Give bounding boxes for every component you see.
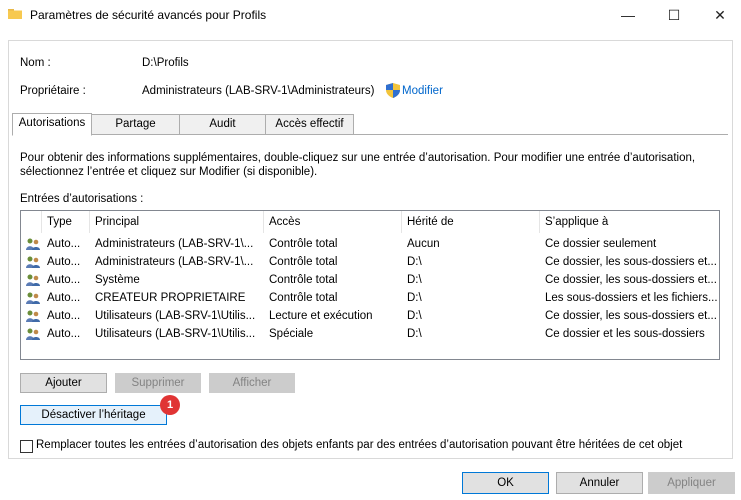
tab-acces-effectif[interactable]: Accès effectif <box>265 114 354 135</box>
row-access: Spéciale <box>269 328 314 340</box>
cancel-button[interactable]: Annuler <box>556 472 643 494</box>
users-icon <box>26 274 40 286</box>
step-badge: 1 <box>160 395 180 415</box>
description-text: Pour obtenir des informations supplément… <box>20 152 696 178</box>
users-icon <box>26 256 40 268</box>
remove-button[interactable]: Supprimer <box>115 373 201 393</box>
row-applies: Ce dossier, les sous-dossiers et... <box>545 274 717 286</box>
column-separator <box>401 211 402 233</box>
replace-child-permissions-label: Remplacer toutes les entrées d’autorisat… <box>36 439 683 451</box>
ok-button[interactable]: OK <box>462 472 549 494</box>
row-principal: Utilisateurs (LAB-SRV-1\Utilis... <box>95 328 256 340</box>
apply-button[interactable]: Appliquer <box>648 472 735 494</box>
table-row[interactable]: Auto... Administrateurs (LAB-SRV-1\... C… <box>21 253 719 271</box>
tab-content-border <box>12 134 728 137</box>
row-type: Auto... <box>47 274 81 286</box>
tab-partage[interactable]: Partage <box>91 114 180 135</box>
maximize-button[interactable]: ☐ <box>651 0 697 30</box>
table-row[interactable]: Auto... CREATEUR PROPRIETAIRE Contrôle t… <box>21 289 719 307</box>
owner-value: Administrateurs (LAB-SRV-1\Administrateu… <box>142 85 375 97</box>
row-principal: Administrateurs (LAB-SRV-1\... <box>95 238 254 250</box>
table-row[interactable]: Auto... Utilisateurs (LAB-SRV-1\Utilis..… <box>21 325 719 343</box>
row-applies: Ce dossier seulement <box>545 238 657 250</box>
users-icon <box>26 292 40 304</box>
view-button[interactable]: Afficher <box>209 373 295 393</box>
users-icon <box>26 328 40 340</box>
name-label: Nom : <box>20 57 51 69</box>
row-applies: Ce dossier, les sous-dossiers et... <box>545 310 717 322</box>
row-access: Lecture et exécution <box>269 310 373 322</box>
row-inherited: D:\ <box>407 310 422 322</box>
disable-inheritance-button[interactable]: Désactiver l’héritage <box>20 405 167 425</box>
row-type: Auto... <box>47 328 81 340</box>
users-icon <box>26 310 40 322</box>
row-access: Contrôle total <box>269 292 338 304</box>
column-separator <box>263 211 264 233</box>
column-principal[interactable]: Principal <box>95 211 139 233</box>
row-type: Auto... <box>47 238 81 250</box>
title-bar: Paramètres de sécurité avancés pour Prof… <box>0 0 741 30</box>
row-type: Auto... <box>47 292 81 304</box>
row-access: Contrôle total <box>269 256 338 268</box>
row-inherited: D:\ <box>407 292 422 304</box>
permission-entries-list[interactable]: Type Principal Accès Hérité de S’appliqu… <box>20 210 720 360</box>
column-separator <box>41 211 42 233</box>
row-applies: Ce dossier et les sous-dossiers <box>545 328 705 340</box>
entries-label: Entrées d’autorisations : <box>20 193 144 205</box>
row-inherited: D:\ <box>407 274 422 286</box>
column-type[interactable]: Type <box>47 211 72 233</box>
window-title: Paramètres de sécurité avancés pour Prof… <box>30 8 267 22</box>
add-button[interactable]: Ajouter <box>20 373 107 393</box>
folder-icon <box>8 9 22 19</box>
column-separator <box>89 211 90 233</box>
row-applies: Les sous-dossiers et les fichiers... <box>545 292 717 304</box>
tab-autorisations[interactable]: Autorisations <box>12 113 92 136</box>
column-separator <box>539 211 540 233</box>
row-inherited: D:\ <box>407 256 422 268</box>
row-access: Contrôle total <box>269 238 338 250</box>
name-value: D:\Profils <box>142 57 189 69</box>
change-owner-link[interactable]: Modifier <box>402 85 443 97</box>
row-applies: Ce dossier, les sous-dossiers et... <box>545 256 717 268</box>
row-inherited: D:\ <box>407 328 422 340</box>
owner-label: Propriétaire : <box>20 85 86 97</box>
minimize-button[interactable]: — <box>605 0 651 30</box>
row-principal: Système <box>95 274 140 286</box>
row-principal: Administrateurs (LAB-SRV-1\... <box>95 256 254 268</box>
row-principal: CREATEUR PROPRIETAIRE <box>95 292 246 304</box>
close-button[interactable]: ✕ <box>697 0 741 30</box>
table-row[interactable]: Auto... Utilisateurs (LAB-SRV-1\Utilis..… <box>21 307 719 325</box>
table-row[interactable]: Auto... Système Contrôle total D:\ Ce do… <box>21 271 719 289</box>
row-access: Contrôle total <box>269 274 338 286</box>
table-row[interactable]: Auto... Administrateurs (LAB-SRV-1\... C… <box>21 235 719 253</box>
row-inherited: Aucun <box>407 238 440 250</box>
column-access[interactable]: Accès <box>269 211 300 233</box>
column-inherited[interactable]: Hérité de <box>407 211 454 233</box>
column-applies[interactable]: S’applique à <box>545 211 608 233</box>
tab-audit[interactable]: Audit <box>179 114 266 135</box>
row-type: Auto... <box>47 256 81 268</box>
shield-icon <box>386 83 400 98</box>
users-icon <box>26 238 40 250</box>
replace-child-permissions-checkbox[interactable] <box>20 440 33 453</box>
row-principal: Utilisateurs (LAB-SRV-1\Utilis... <box>95 310 256 322</box>
row-type: Auto... <box>47 310 81 322</box>
